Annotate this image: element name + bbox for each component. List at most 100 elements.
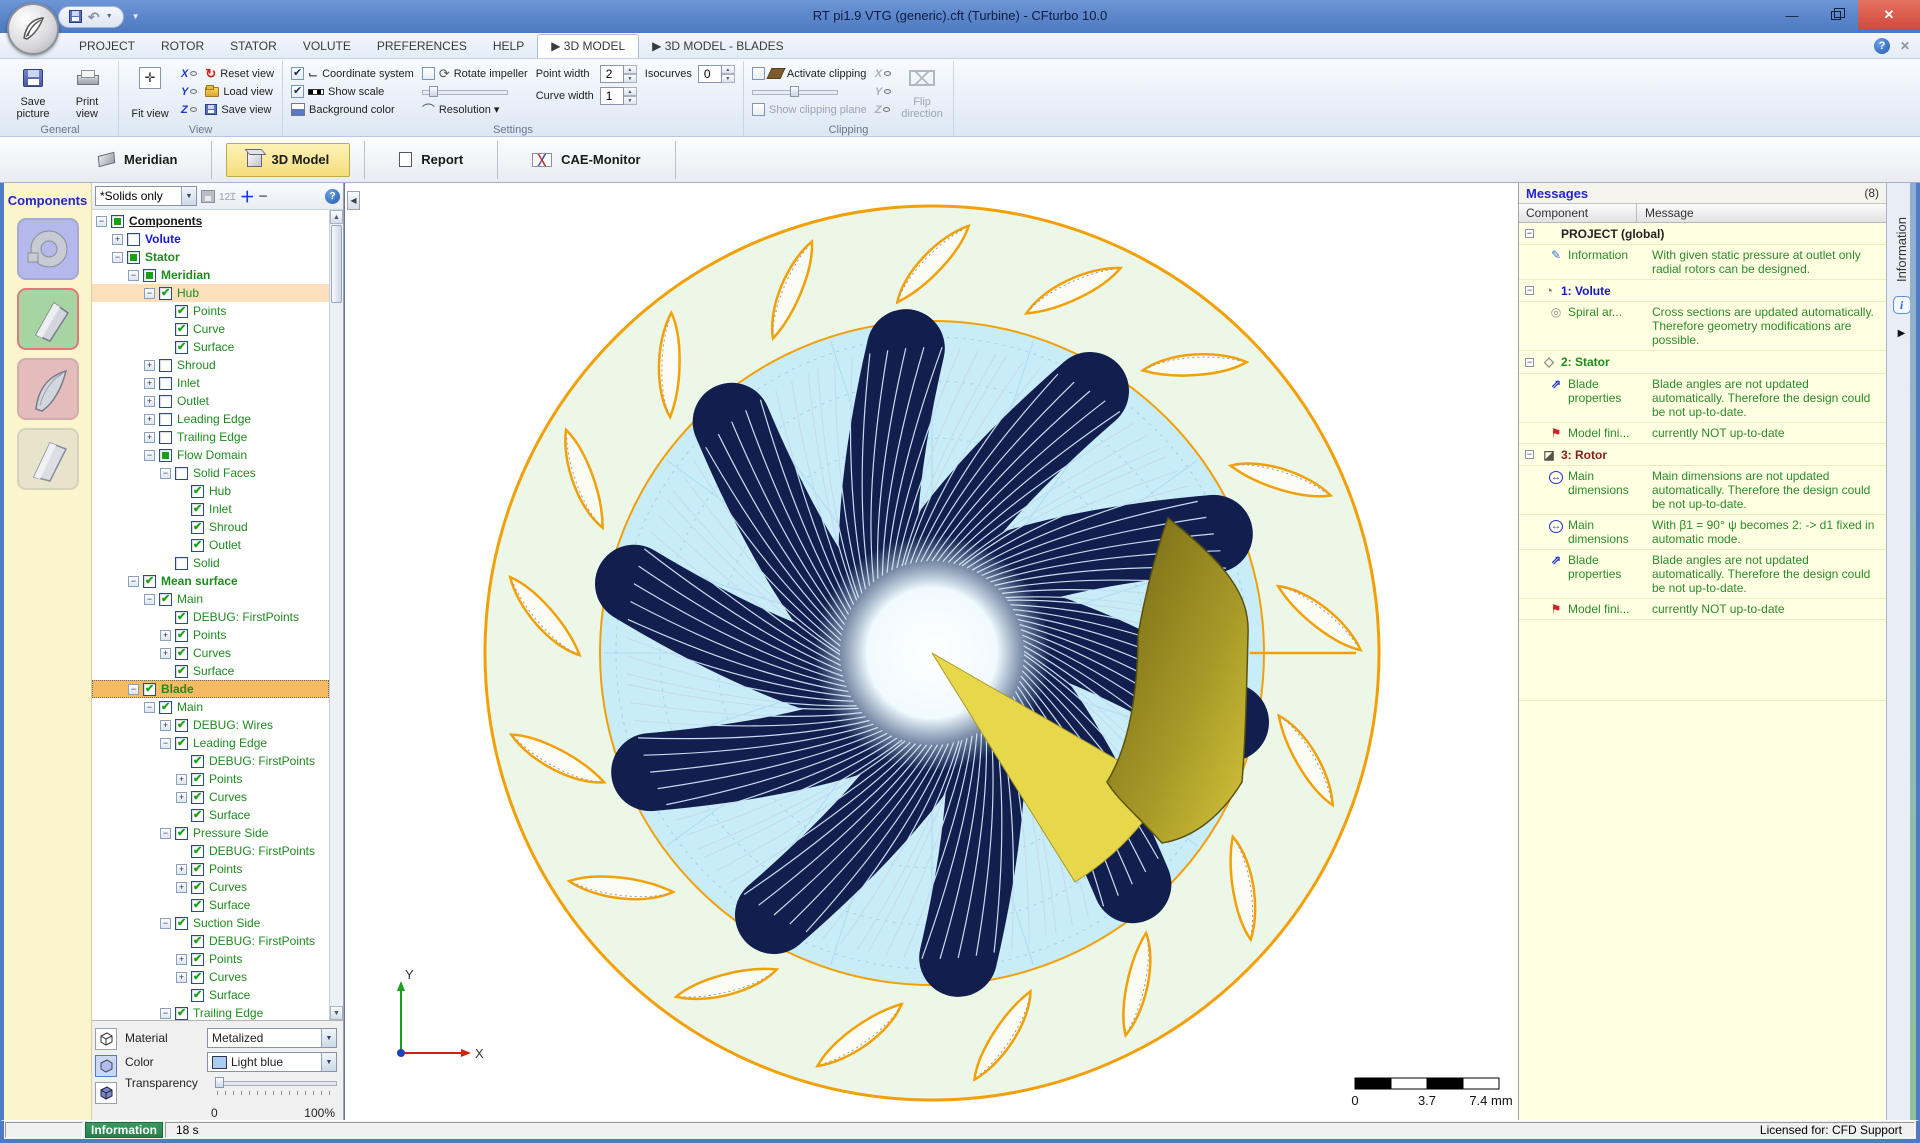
tree-item[interactable]: Pressure Side [92,824,329,842]
solid-mode-button[interactable] [95,1082,117,1104]
view-tab[interactable]: 3D Model [226,143,350,177]
message-row[interactable]: Model fini... currently NOT up-to-date [1519,423,1886,444]
expand-toggle-icon[interactable] [160,918,171,929]
message-column-header[interactable]: Message [1637,204,1886,222]
load-view-button[interactable]: Load view [205,84,274,99]
expand-toggle-icon[interactable] [160,630,171,641]
expand-toggle-icon[interactable] [1525,358,1534,367]
visibility-checkbox[interactable] [191,845,204,858]
visibility-checkbox[interactable] [159,395,172,408]
tree-item[interactable]: Curves [92,788,329,806]
activate-clipping-checkbox[interactable]: Activate clipping [752,66,867,81]
tree-item[interactable]: Hub [92,482,329,500]
tree-scrollbar[interactable]: ▲ ▼ [329,210,343,1020]
undo-icon[interactable]: ↶ [88,11,100,23]
save-picture-button[interactable]: Save picture [10,63,56,122]
dropdown-arrow-icon[interactable]: ▼ [321,1029,336,1047]
visibility-checkbox[interactable] [175,1007,188,1020]
ribbon-tab[interactable]: STATOR [217,35,290,58]
tree-item[interactable]: Solid [92,554,329,572]
isocurves-value[interactable]: 0 [698,65,722,83]
ribbon-tab[interactable]: HELP [480,35,537,58]
expand-toggle-icon[interactable] [144,288,155,299]
expand-toggle-icon[interactable] [176,864,187,875]
tree-item[interactable]: Volute [92,230,329,248]
expand-toggle-icon[interactable] [144,594,155,605]
expand-toggle-icon[interactable] [160,468,171,479]
save-icon[interactable] [69,10,82,23]
expand-panel-icon[interactable]: ▶ [1898,328,1906,339]
visibility-checkbox[interactable] [175,611,188,624]
ribbon-tab[interactable]: VOLUTE [290,35,364,58]
visibility-checkbox[interactable] [191,989,204,1002]
component-tile-stator[interactable] [17,288,79,350]
expand-toggle-icon[interactable] [144,396,155,407]
tree-item[interactable]: Inlet [92,374,329,392]
expand-toggle-icon[interactable] [128,684,139,695]
tree-item[interactable]: Surface [92,896,329,914]
tree-item[interactable]: Suction Side [92,914,329,932]
expand-toggle-icon[interactable] [176,792,187,803]
tree-item[interactable]: Leading Edge [92,410,329,428]
expand-toggle-icon[interactable] [176,954,187,965]
visibility-checkbox[interactable] [191,935,204,948]
spin-up-icon[interactable]: ▲ [624,65,637,74]
tree-item[interactable]: DEBUG: FirstPoints [92,608,329,626]
visibility-checkbox[interactable] [159,377,172,390]
tree-item[interactable]: Points [92,302,329,320]
tree-item[interactable]: Points [92,626,329,644]
visibility-checkbox[interactable] [127,251,140,264]
spin-down-icon[interactable]: ▼ [624,96,637,105]
visibility-checkbox[interactable] [191,755,204,768]
scroll-down-icon[interactable]: ▼ [330,1006,343,1020]
ribbon-tab[interactable]: ▶ 3D MODEL - BLADES [639,35,796,58]
ribbon-tab[interactable]: PREFERENCES [364,35,480,58]
tree-item[interactable]: Components [92,212,329,230]
tree-item[interactable]: DEBUG: FirstPoints [92,752,329,770]
expand-toggle-icon[interactable] [96,216,107,227]
dropdown-arrow-icon[interactable]: ▼ [321,1053,336,1071]
material-dropdown[interactable]: Metalized ▼ [207,1028,337,1048]
tree-item[interactable]: Curves [92,878,329,896]
visibility-checkbox[interactable] [127,233,140,246]
ribbon-tab[interactable]: ▶ 3D MODEL [537,34,639,58]
app-logo[interactable] [7,3,59,55]
tree-item[interactable]: Main [92,698,329,716]
tree-item[interactable]: Outlet [92,392,329,410]
tree-filter-combo[interactable]: *Solids only ▼ [95,186,197,206]
tree-item[interactable]: DEBUG: FirstPoints [92,932,329,950]
tree-item[interactable]: Surface [92,338,329,356]
view-y-button[interactable]: Y [181,84,197,99]
show-clipping-plane-checkbox[interactable]: Show clipping plane [752,102,867,117]
message-row[interactable]: 3: Rotor [1519,444,1886,466]
tree-item[interactable]: Trailing Edge [92,1004,329,1020]
expand-toggle-icon[interactable] [112,252,123,263]
component-tile-volute[interactable] [17,218,79,280]
expand-toggle-icon[interactable] [128,270,139,281]
visibility-checkbox[interactable] [159,593,172,606]
scroll-up-icon[interactable]: ▲ [330,210,343,224]
visibility-checkbox[interactable] [159,701,172,714]
tree-item[interactable]: Inlet [92,500,329,518]
minimize-button[interactable]: — [1770,0,1814,30]
expand-toggle-icon[interactable] [144,414,155,425]
save-view-button[interactable]: Save view [205,102,274,117]
tree-item[interactable]: Blade [92,680,329,698]
visibility-checkbox[interactable] [175,917,188,930]
expand-toggle-icon[interactable] [144,450,155,461]
visibility-checkbox[interactable] [159,287,172,300]
message-row[interactable]: 2: Stator [1519,351,1886,374]
reset-view-button[interactable]: ↻ Reset view [205,66,274,81]
visibility-checkbox[interactable] [191,503,204,516]
tree-item[interactable]: Surface [92,806,329,824]
collapse-tree-icon[interactable]: ◀ [347,191,360,210]
visibility-checkbox[interactable] [191,773,204,786]
visibility-checkbox[interactable] [175,323,188,336]
tree-item[interactable]: Surface [92,986,329,1004]
clip-x-button[interactable]: X [875,66,891,81]
expand-toggle-icon[interactable] [160,648,171,659]
clipping-position-slider[interactable] [752,85,838,98]
clip-y-button[interactable]: Y [875,84,891,99]
visibility-checkbox[interactable] [175,737,188,750]
tree-item[interactable]: Trailing Edge [92,428,329,446]
